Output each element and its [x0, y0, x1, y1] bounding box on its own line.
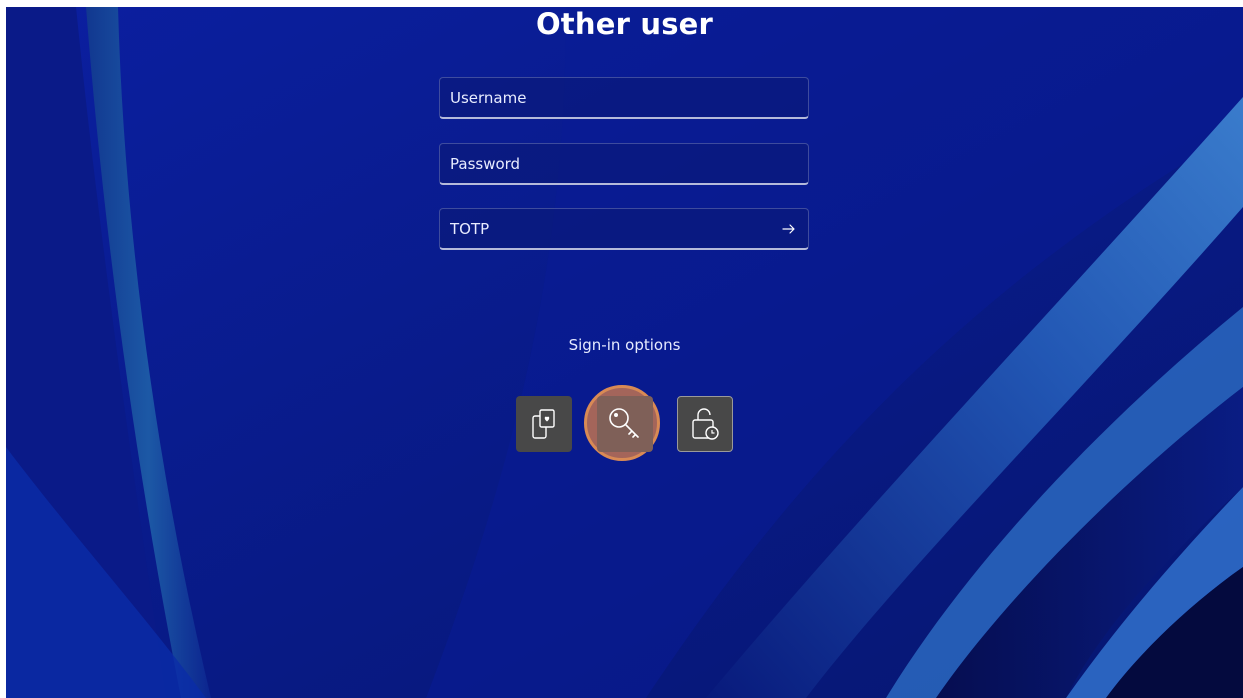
login-screen: Other user Sign-in options — [6, 7, 1243, 698]
arrow-right-icon — [782, 224, 795, 234]
signin-option-security-key[interactable] — [677, 396, 733, 452]
phone-icon — [532, 409, 555, 439]
username-input[interactable] — [440, 78, 808, 117]
sign-in-options-label: Sign-in options — [568, 336, 681, 354]
signin-option-phone[interactable] — [516, 396, 572, 452]
submit-button[interactable] — [776, 216, 802, 242]
totp-field — [439, 208, 809, 250]
password-input[interactable] — [440, 144, 808, 183]
password-field — [439, 143, 809, 185]
username-field — [439, 77, 809, 119]
page-title: Other user — [535, 7, 714, 41]
lock-clock-icon — [692, 408, 719, 440]
signin-option-password[interactable] — [597, 396, 653, 452]
totp-input[interactable] — [440, 209, 808, 248]
key-icon — [609, 408, 639, 438]
